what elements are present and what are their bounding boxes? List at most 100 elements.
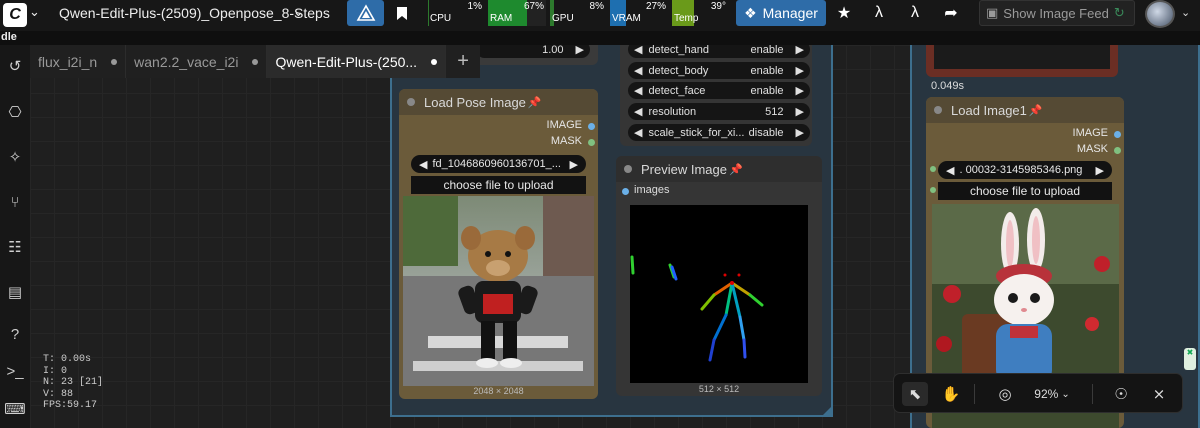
collapse-dot[interactable] [934, 106, 942, 114]
collapse-dot[interactable] [407, 98, 415, 106]
lightbulb-icon[interactable]: ☉ [1108, 382, 1134, 406]
output-port[interactable] [1114, 131, 1121, 138]
sub-bar: dle [0, 31, 1200, 45]
canvas-toolbar: ⬉ ✋ ◎ 92% ⌄ ☉ ⨯ [893, 373, 1183, 413]
star-button[interactable]: ★ [830, 0, 858, 26]
node-title: Load Image1 [951, 102, 1027, 118]
show-image-feed-button[interactable]: ▣ Show Image Feed ↻ [979, 0, 1135, 26]
node-library-icon[interactable]: ⎔ [2, 101, 28, 123]
manager-button[interactable]: ❖ Manager [736, 0, 826, 26]
arrow-left-icon: ◀ [634, 45, 643, 56]
side-widget-icon[interactable]: ✖ [1184, 348, 1196, 370]
select-pointer-icon[interactable]: ⬉ [902, 382, 928, 406]
node-canvas[interactable]: 1.00 ▶ ◀ detect_hand enable ▶ ◀ detect_b… [30, 45, 1200, 428]
keyboard-icon[interactable]: ⌨ [2, 398, 28, 420]
history-icon[interactable]: ↺ [2, 55, 28, 77]
new-tab-button[interactable]: + [446, 45, 481, 78]
zoom-control[interactable]: 92% ⌄ [1032, 382, 1072, 406]
input-port[interactable] [930, 187, 936, 193]
detect-body-widget[interactable]: ◀ detect_body enable ▶ [628, 62, 810, 79]
pose-image [403, 196, 594, 386]
strength-value: 1.00 [542, 45, 564, 56]
collapse-dot[interactable] [624, 165, 632, 173]
image-file-select[interactable]: ◀ fd_1046860960136701_... ▶ [411, 155, 586, 173]
side-rail: ↺ ⎔ ✧ ⑂ ☷ ▤ ? >_ ⌨ [0, 45, 30, 428]
lambda-icon: λ [875, 4, 883, 21]
terminal-icon[interactable]: >_ [2, 360, 28, 382]
load-pose-image-node[interactable]: Load Pose Image 📌 IMAGE MASK ◀ fd_104686… [399, 89, 598, 399]
vram-label: VRAM [612, 13, 641, 24]
pin-icon[interactable]: 📌 [528, 96, 542, 109]
node-title: Preview Image [641, 161, 727, 177]
cpu-stat: CPU 1% [428, 0, 484, 26]
sparkle-nodes-icon[interactable]: ✧ [2, 146, 28, 168]
ram-stat: RAM 67% [488, 0, 546, 26]
unsaved-dot[interactable] [431, 58, 438, 65]
tab-qwen-edit-plus[interactable]: Qwen-Edit-Plus-(250... [267, 45, 447, 78]
pin-icon[interactable]: 📌 [729, 163, 743, 176]
pin-icon[interactable]: 📌 [1029, 104, 1043, 117]
scale-stick-widget[interactable]: ◀ scale_stick_for_xi... disable ▶ [628, 124, 810, 141]
input-port[interactable] [622, 188, 629, 195]
chevron-down-icon[interactable]: ⌄ [1181, 6, 1190, 19]
avatar[interactable] [1145, 0, 1175, 28]
output-label: IMAGE [1072, 127, 1108, 139]
bookmark-button[interactable] [389, 0, 415, 26]
templates-icon[interactable]: ▤ [2, 281, 28, 303]
detect-body-value: enable [750, 64, 784, 77]
resolution-label: resolution [648, 105, 697, 118]
input-images[interactable]: images [616, 184, 822, 200]
stat-line: T: 0.00s [43, 354, 92, 365]
hand-icon[interactable]: ✋ [938, 382, 964, 406]
output-image[interactable]: IMAGE [926, 127, 1124, 143]
lambda-button-2[interactable]: λ [901, 0, 929, 26]
help-icon[interactable]: ? [2, 323, 28, 345]
workflows-icon[interactable]: ⑂ [2, 191, 28, 213]
share-button[interactable]: ➦ [937, 0, 965, 26]
comfy-logo[interactable]: C [3, 3, 27, 27]
node-header[interactable]: Load Image1 📌 [926, 97, 1124, 123]
output-port[interactable] [588, 139, 595, 146]
gpu-label: GPU [552, 13, 574, 24]
queue-button[interactable] [347, 0, 384, 26]
output-mask[interactable]: MASK [926, 143, 1124, 159]
temp-stat: Temp 39° [672, 0, 728, 26]
lambda-button-1[interactable]: λ [865, 0, 893, 26]
ram-value: 67% [523, 1, 544, 12]
arrow-right-icon: ▶ [1095, 164, 1104, 177]
upload-button[interactable]: choose file to upload [411, 176, 586, 194]
unsaved-dot[interactable] [252, 58, 259, 65]
tab-flux-i2i[interactable]: flux_i2i_n [30, 45, 127, 78]
resize-handle[interactable] [822, 407, 831, 416]
unsaved-dot[interactable] [111, 58, 118, 65]
arrow-left-icon: ◀ [419, 158, 428, 171]
detect-face-widget[interactable]: ◀ detect_face enable ▶ [628, 82, 810, 99]
image-file-select[interactable]: ◀ . 00032-3145985346.png ▶ [938, 161, 1112, 179]
workflow-title[interactable]: Qwen-Edit-Plus-(2509)_Openpose_8-Steps [59, 5, 330, 21]
output-port[interactable] [1114, 147, 1121, 154]
vram-value: 27% [645, 1, 666, 12]
fit-view-icon[interactable]: ◎ [992, 382, 1018, 406]
output-port[interactable] [588, 123, 595, 130]
output-mask[interactable]: MASK [399, 135, 598, 151]
arrow-left-icon: ◀ [946, 164, 955, 177]
input-port[interactable] [930, 166, 936, 172]
chevron-down-icon[interactable]: ⌄ [29, 4, 40, 20]
detect-hand-widget[interactable]: ◀ detect_hand enable ▶ [628, 45, 810, 58]
chevron-down-icon[interactable]: ⌄ [293, 4, 304, 20]
output-label: MASK [550, 135, 582, 147]
tab-wan22-vace[interactable]: wan2.2_vace_i2i [126, 45, 268, 78]
resolution-widget[interactable]: ◀ resolution 512 ▶ [628, 103, 810, 120]
resolution-value: 512 [765, 105, 784, 118]
upload-button[interactable]: choose file to upload [938, 182, 1112, 200]
share-arrow-icon: ➦ [944, 5, 958, 22]
node-header[interactable]: Preview Image 📌 [616, 156, 822, 182]
node-header[interactable]: Load Pose Image 📌 [399, 89, 598, 115]
image-dimensions: 512 × 512 [698, 384, 740, 394]
output-image[interactable]: IMAGE [399, 119, 598, 135]
hide-links-icon[interactable]: ⨯ [1146, 382, 1172, 406]
strength-widget[interactable]: 1.00 ▶ [476, 45, 590, 58]
preview-image-node[interactable]: Preview Image 📌 images 512 × 512 [616, 156, 822, 396]
model-tree-icon[interactable]: ☷ [2, 236, 28, 258]
gpu-stat: GPU 8% [550, 0, 606, 26]
